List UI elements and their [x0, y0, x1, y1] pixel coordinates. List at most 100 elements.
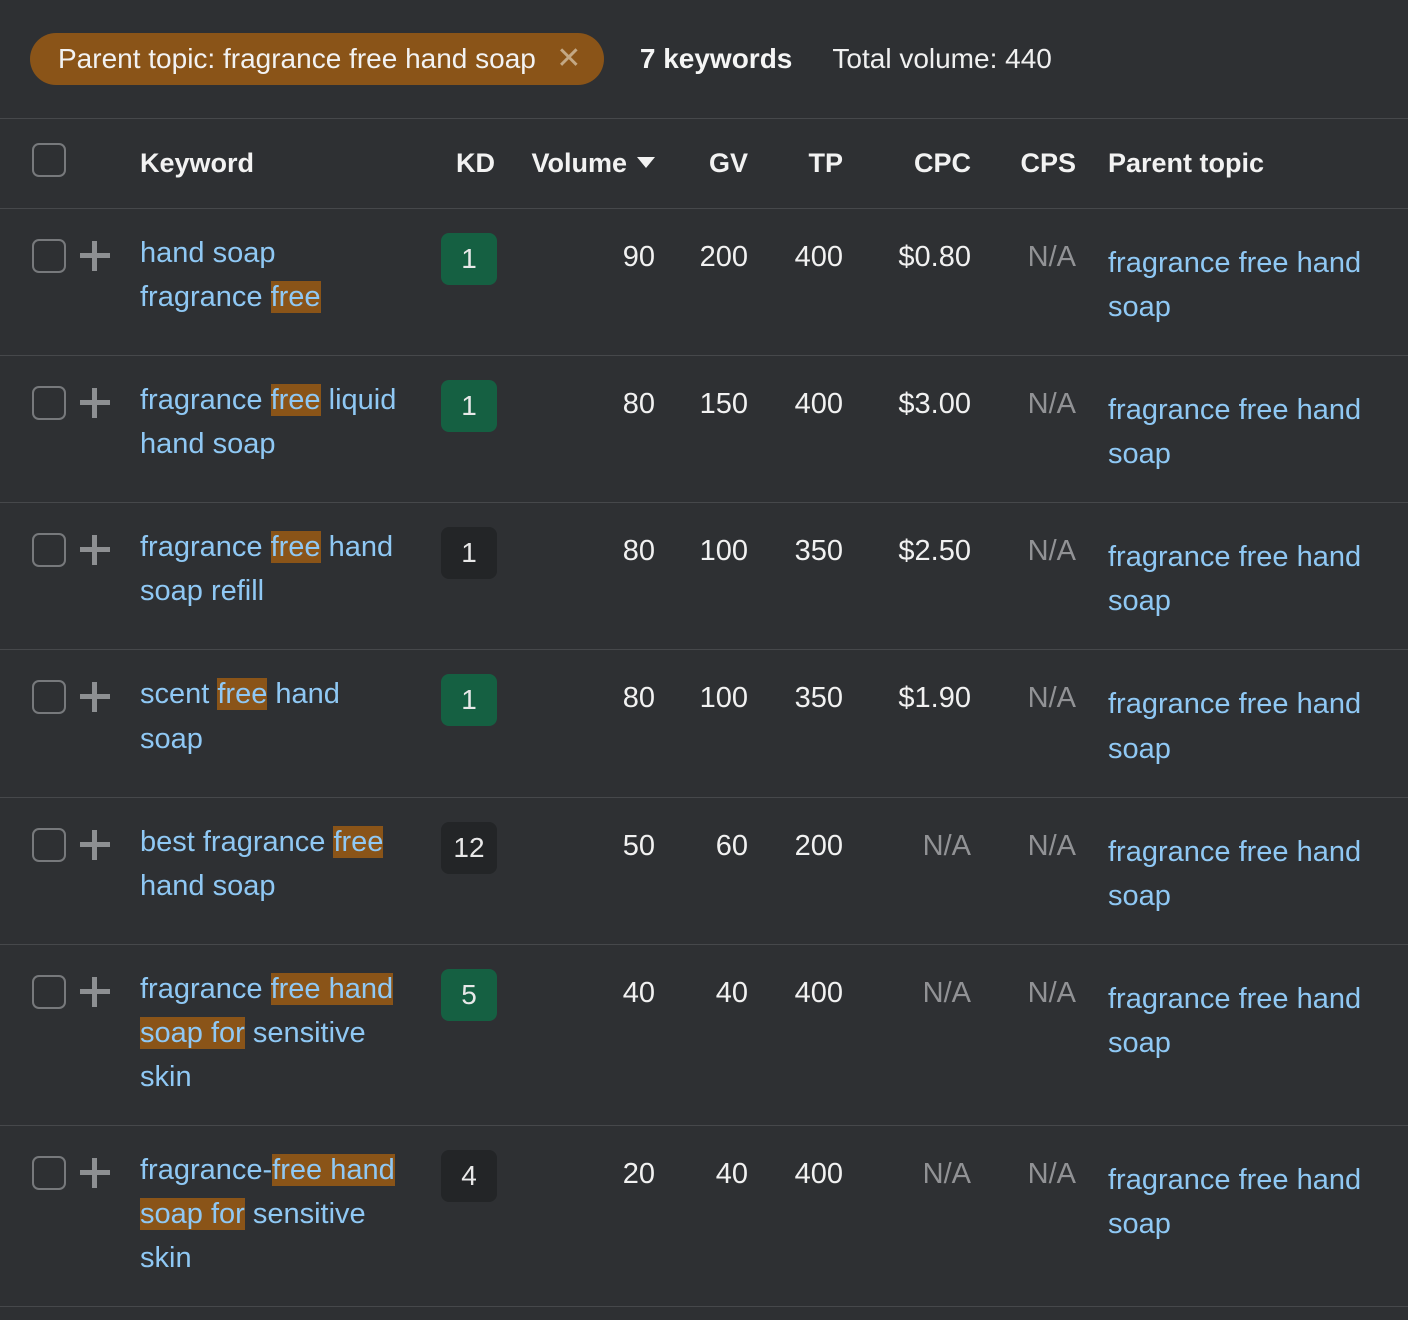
parent-topic-link[interactable]: fragrance free hand soap — [1108, 1164, 1361, 1240]
row-checkbox[interactable] — [32, 386, 66, 420]
parent-topic-link[interactable]: fragrance free hand soap — [1108, 688, 1361, 764]
column-header-parent-topic[interactable]: Parent topic — [1086, 119, 1408, 209]
plus-icon[interactable] — [80, 388, 110, 418]
column-header-gv[interactable]: GV — [665, 119, 758, 209]
row-expand-cell — [78, 503, 140, 650]
tp-cell: 400 — [758, 356, 853, 503]
keyword-link[interactable]: hand soap fragrance free — [140, 237, 321, 313]
gv-cell: 40 — [665, 1126, 758, 1307]
row-checkbox[interactable] — [32, 680, 66, 714]
plus-icon[interactable] — [80, 682, 110, 712]
column-header-tp[interactable]: TP — [758, 119, 853, 209]
keyword-highlight: free — [271, 531, 321, 563]
expand-header — [78, 119, 140, 209]
keyword-link[interactable]: best fragrance free hand soap — [140, 826, 383, 902]
parent-topic-link[interactable]: fragrance free hand soap — [1108, 983, 1361, 1059]
table-row[interactable]: scent free hand soap180100350$1.90N/Afra… — [0, 650, 1408, 797]
table-body: hand soap fragrance free190200400$0.80N/… — [0, 209, 1408, 1307]
keywords-table: Keyword KD Volume GV TP CPC CPS — [0, 118, 1408, 1307]
keyword-link[interactable]: fragrance free hand soap for sensitive s… — [140, 973, 393, 1093]
column-header-volume[interactable]: Volume — [505, 119, 665, 209]
column-header-keyword[interactable]: Keyword — [140, 119, 415, 209]
table-row[interactable]: fragrance free liquid hand soap180150400… — [0, 356, 1408, 503]
table-row[interactable]: fragrance-free hand soap for sensitive s… — [0, 1126, 1408, 1307]
table-row[interactable]: best fragrance free hand soap125060200N/… — [0, 797, 1408, 944]
keyword-highlight: free — [271, 281, 321, 313]
tp-cell: 400 — [758, 944, 853, 1125]
parent-topic-link[interactable]: fragrance free hand soap — [1108, 247, 1361, 323]
select-all-checkbox[interactable] — [32, 143, 66, 177]
cpc-cell: N/A — [853, 797, 981, 944]
parent-topic-link[interactable]: fragrance free hand soap — [1108, 394, 1361, 470]
gv-cell: 60 — [665, 797, 758, 944]
plus-icon[interactable] — [80, 241, 110, 271]
cpc-cell: N/A — [853, 1126, 981, 1307]
keyword-highlight: free — [333, 826, 383, 858]
filter-bar: Parent topic: fragrance free hand soap ✕… — [0, 0, 1408, 118]
parent-topic-link[interactable]: fragrance free hand soap — [1108, 836, 1361, 912]
row-expand-cell — [78, 209, 140, 356]
row-checkbox[interactable] — [32, 828, 66, 862]
keyword-text: fragrance — [140, 531, 271, 563]
cps-cell: N/A — [981, 1126, 1086, 1307]
row-select-cell — [0, 944, 78, 1125]
header-row: Keyword KD Volume GV TP CPC CPS — [0, 119, 1408, 209]
cpc-cell: $0.80 — [853, 209, 981, 356]
row-checkbox[interactable] — [32, 239, 66, 273]
table-row[interactable]: fragrance free hand soap refill180100350… — [0, 503, 1408, 650]
column-header-keyword-label: Keyword — [140, 148, 254, 178]
kd-badge: 1 — [441, 380, 497, 432]
gv-cell: 100 — [665, 650, 758, 797]
tp-cell: 400 — [758, 209, 853, 356]
column-header-cps-label: CPS — [1020, 148, 1076, 178]
row-select-cell — [0, 503, 78, 650]
parent-topic-cell: fragrance free hand soap — [1086, 209, 1408, 356]
table-row[interactable]: fragrance free hand soap for sensitive s… — [0, 944, 1408, 1125]
row-checkbox[interactable] — [32, 533, 66, 567]
parent-topic-cell: fragrance free hand soap — [1086, 356, 1408, 503]
keyword-highlight: free — [217, 678, 267, 710]
volume-cell: 40 — [505, 944, 665, 1125]
gv-cell: 200 — [665, 209, 758, 356]
keyword-link[interactable]: fragrance-free hand soap for sensitive s… — [140, 1154, 395, 1274]
row-expand-cell — [78, 797, 140, 944]
plus-icon[interactable] — [80, 977, 110, 1007]
parent-topic-cell: fragrance free hand soap — [1086, 797, 1408, 944]
total-volume-label: Total volume: 440 — [832, 43, 1051, 75]
row-expand-cell — [78, 1126, 140, 1307]
keyword-link[interactable]: scent free hand soap — [140, 678, 340, 754]
row-checkbox[interactable] — [32, 1156, 66, 1190]
kd-badge: 4 — [441, 1150, 497, 1202]
keyword-text: fragrance — [140, 973, 271, 1005]
column-header-kd[interactable]: KD — [415, 119, 505, 209]
close-icon[interactable]: ✕ — [556, 44, 582, 74]
plus-icon[interactable] — [80, 830, 110, 860]
keyword-text: hand soap fragrance — [140, 237, 275, 313]
row-select-cell — [0, 650, 78, 797]
column-header-cps[interactable]: CPS — [981, 119, 1086, 209]
keyword-text: fragrance — [140, 384, 271, 416]
row-expand-cell — [78, 944, 140, 1125]
kd-cell: 1 — [415, 503, 505, 650]
keyword-text: scent — [140, 678, 217, 710]
cpc-cell: $1.90 — [853, 650, 981, 797]
parent-topic-filter-pill[interactable]: Parent topic: fragrance free hand soap ✕ — [30, 33, 604, 85]
sort-desc-icon[interactable] — [637, 157, 655, 168]
gv-cell: 40 — [665, 944, 758, 1125]
row-checkbox[interactable] — [32, 975, 66, 1009]
plus-icon[interactable] — [80, 1158, 110, 1188]
kd-cell: 1 — [415, 650, 505, 797]
keyword-highlight: free — [271, 384, 321, 416]
volume-cell: 20 — [505, 1126, 665, 1307]
column-header-cpc[interactable]: CPC — [853, 119, 981, 209]
keyword-cell: fragrance free hand soap for sensitive s… — [140, 944, 415, 1125]
column-header-kd-label: KD — [456, 148, 495, 178]
parent-topic-link[interactable]: fragrance free hand soap — [1108, 541, 1361, 617]
keyword-link[interactable]: fragrance free hand soap refill — [140, 531, 393, 607]
cps-cell: N/A — [981, 944, 1086, 1125]
column-header-tp-label: TP — [808, 148, 843, 178]
table-row[interactable]: hand soap fragrance free190200400$0.80N/… — [0, 209, 1408, 356]
row-select-cell — [0, 797, 78, 944]
keyword-link[interactable]: fragrance free liquid hand soap — [140, 384, 396, 460]
plus-icon[interactable] — [80, 535, 110, 565]
